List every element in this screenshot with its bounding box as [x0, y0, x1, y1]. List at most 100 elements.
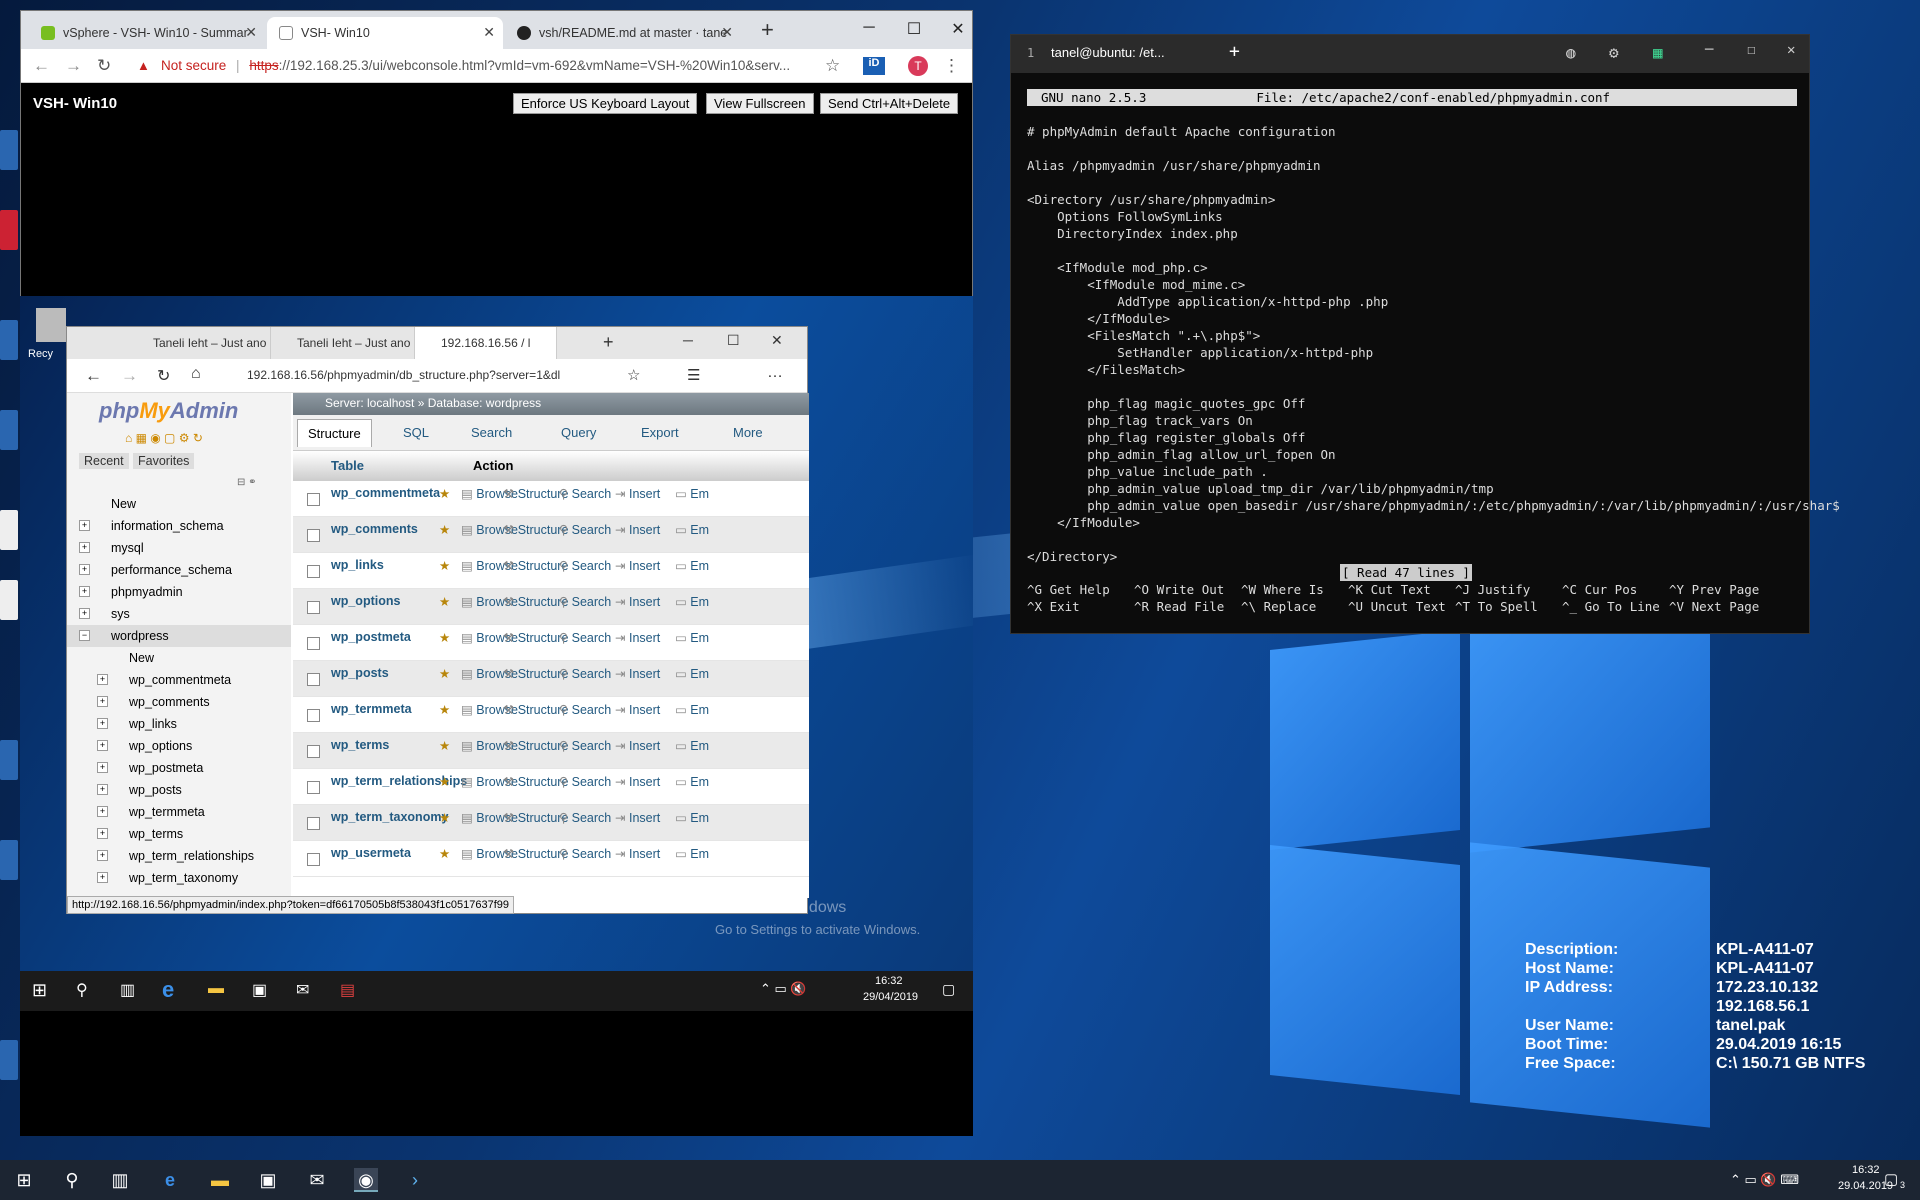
mail-icon[interactable]: ✉ [296, 980, 309, 1000]
expand-icon[interactable]: + [97, 850, 108, 861]
action-center-icon[interactable]: ▢ [1884, 1170, 1898, 1188]
action-search[interactable]: ⚲ Search [559, 594, 611, 609]
maximize-icon[interactable]: ☐ [899, 19, 929, 39]
tree-item-table[interactable]: + wp_terms [67, 823, 291, 845]
action-insert[interactable]: ⇥ Insert [615, 594, 660, 609]
more-icon[interactable]: … [767, 364, 783, 382]
row-checkbox[interactable] [307, 493, 320, 506]
action-search[interactable]: ⚲ Search [559, 558, 611, 573]
start-icon[interactable]: ⊞ [12, 1168, 36, 1192]
star-icon[interactable]: ★ [439, 666, 450, 681]
expand-icon[interactable]: + [79, 608, 90, 619]
action-insert[interactable]: ⇥ Insert [615, 810, 660, 825]
minimize-icon[interactable]: ─ [683, 332, 693, 348]
vm-display[interactable]: Recy Activate Windows Go to Settings to … [20, 296, 973, 1136]
close-tab-icon[interactable]: ✕ [483, 24, 495, 41]
table-name-link[interactable]: wp_terms [331, 738, 389, 752]
desktop-icon[interactable] [0, 580, 18, 620]
star-icon[interactable]: ★ [439, 738, 450, 753]
enforce-keyboard-button[interactable]: Enforce US Keyboard Layout [513, 93, 698, 114]
tab-search[interactable]: Search [471, 425, 512, 440]
row-checkbox[interactable] [307, 565, 320, 578]
menu-icon[interactable]: ⋮ [943, 56, 960, 76]
expand-icon[interactable]: + [79, 520, 90, 531]
gift-icon[interactable]: ▦ [1653, 43, 1663, 62]
tree-item-db-active[interactable]: − wordpress [67, 625, 291, 647]
explorer-icon[interactable]: ▬ [208, 980, 224, 998]
forward-icon[interactable]: → [65, 56, 82, 76]
edge-tab[interactable]: Taneli Ieht – Just ano [271, 327, 415, 359]
star-icon[interactable]: ★ [439, 846, 450, 861]
favorite-icon[interactable]: ☆ [627, 366, 640, 384]
tree-item-db[interactable]: + phpmyadmin [67, 581, 291, 603]
desktop-icon[interactable] [0, 210, 18, 250]
action-insert[interactable]: ⇥ Insert [615, 558, 660, 573]
row-checkbox[interactable] [307, 673, 320, 686]
star-icon[interactable]: ☆ [825, 56, 840, 76]
close-icon[interactable]: ✕ [1787, 42, 1795, 58]
table-name-link[interactable]: wp_commentmeta [331, 486, 440, 500]
action-search[interactable]: ⚲ Search [559, 810, 611, 825]
action-insert[interactable]: ⇥ Insert [615, 702, 660, 717]
row-checkbox[interactable] [307, 709, 320, 722]
close-icon[interactable]: ✕ [943, 19, 973, 39]
close-icon[interactable]: ✕ [771, 332, 783, 349]
action-insert[interactable]: ⇥ Insert [615, 774, 660, 789]
star-icon[interactable]: ★ [439, 558, 450, 573]
edge-tab[interactable]: Taneli Ieht – Just ano [127, 327, 271, 359]
tree-item-db[interactable]: + performance_schema [67, 559, 291, 581]
store-icon[interactable]: ▣ [256, 1168, 280, 1192]
table-name-link[interactable]: wp_options [331, 594, 400, 608]
star-icon[interactable]: ★ [439, 486, 450, 501]
desktop-icon[interactable] [0, 410, 18, 450]
table-name-link[interactable]: wp_usermeta [331, 846, 411, 860]
globe-icon[interactable]: ◍ [1566, 43, 1576, 62]
expand-icon[interactable]: + [97, 828, 108, 839]
tree-item-table[interactable]: New [67, 647, 291, 669]
reload-icon[interactable]: ↻ [97, 56, 111, 76]
expand-icon[interactable]: + [97, 872, 108, 883]
start-icon[interactable]: ⊞ [32, 980, 47, 1001]
edge-tab-active[interactable]: 192.168.16.56 / l [415, 327, 557, 359]
tab-export[interactable]: Export [641, 425, 679, 440]
star-icon[interactable]: ★ [439, 702, 450, 717]
refresh-icon[interactable]: ↻ [157, 366, 170, 386]
edge-icon[interactable]: e [158, 1168, 182, 1192]
fullscreen-button[interactable]: View Fullscreen [706, 93, 814, 114]
star-icon[interactable]: ★ [439, 810, 450, 825]
store-icon[interactable]: ▣ [252, 980, 267, 1000]
chrome-icon[interactable]: ◉ [354, 1168, 378, 1192]
row-checkbox[interactable] [307, 529, 320, 542]
url-field[interactable]: Not secure | https://192.168.25.3/ui/web… [161, 53, 901, 79]
expand-icon[interactable]: + [79, 586, 90, 597]
table-name-link[interactable]: wp_comments [331, 522, 418, 536]
task-view-icon[interactable]: ▥ [108, 1168, 132, 1192]
star-icon[interactable]: ★ [439, 630, 450, 645]
action-em[interactable]: ▭ Em [675, 702, 709, 717]
action-em[interactable]: ▭ Em [675, 738, 709, 753]
tree-item-table[interactable]: + wp_links [67, 713, 291, 735]
tree-item-table[interactable]: + wp_options [67, 735, 291, 757]
tray-icons[interactable]: ⌃ ▭ 🔇 ⌨ [1730, 1172, 1799, 1188]
tab-query[interactable]: Query [561, 425, 596, 440]
search-icon[interactable]: ⚲ [76, 980, 88, 1000]
maximize-icon[interactable]: ☐ [1747, 42, 1755, 58]
tab-more[interactable]: More [733, 425, 763, 440]
expand-icon[interactable]: + [97, 718, 108, 729]
desktop-icon[interactable] [0, 840, 18, 880]
task-view-icon[interactable]: ▥ [120, 980, 135, 1000]
nano-buffer[interactable]: # phpMyAdmin default Apache configuratio… [1027, 123, 1840, 565]
breadcrumb-db[interactable]: Database: wordpress [428, 396, 541, 410]
extension-icon[interactable]: iD [863, 57, 885, 75]
nav-icons[interactable]: ⌂ ▦ ◉ ▢ ⚙ ↻ [125, 431, 203, 445]
action-em[interactable]: ▭ Em [675, 630, 709, 645]
row-checkbox[interactable] [307, 817, 320, 830]
desktop-icon[interactable] [0, 740, 18, 780]
table-name-link[interactable]: wp_postmeta [331, 630, 411, 644]
tree-item-table[interactable]: + wp_term_taxonomy [67, 867, 291, 889]
notification-icon[interactable]: ▢ [942, 981, 955, 998]
phpmyadmin-logo[interactable]: phpMyAdmin [99, 398, 238, 424]
desktop-icon[interactable] [0, 1040, 18, 1080]
star-icon[interactable]: ★ [439, 594, 450, 609]
terminal-icon[interactable]: › [403, 1168, 427, 1192]
